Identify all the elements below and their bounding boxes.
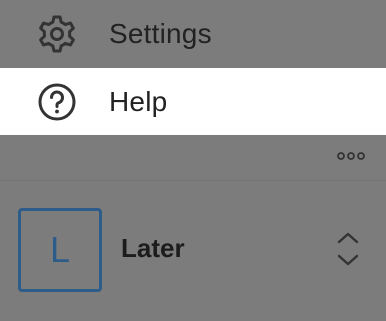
account-name: Later (121, 233, 185, 263)
menu-item-help[interactable]: Help (0, 68, 386, 135)
question-circle-icon (36, 81, 78, 123)
account-switcher-row[interactable]: L Later (0, 200, 386, 300)
chevron-up-down-icon[interactable] (332, 228, 364, 270)
menu-item-label: Settings (109, 18, 212, 49)
gear-icon (36, 13, 78, 55)
menu-item-settings[interactable]: Settings (0, 0, 386, 68)
menu-item-label: Help (109, 85, 168, 117)
more-horizontal-icon (337, 148, 365, 166)
divider (0, 180, 386, 181)
more-options-button[interactable] (336, 148, 366, 166)
avatar: L (18, 208, 102, 292)
avatar-letter: L (49, 229, 71, 270)
